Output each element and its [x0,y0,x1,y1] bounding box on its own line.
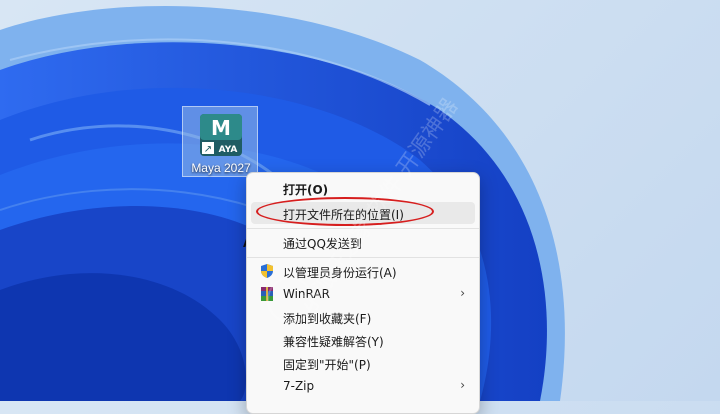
menu-item-7zip[interactable]: 7-Zip › [251,375,475,397]
watermark: 小派牙之家 软件 开源神器 [267,94,463,323]
menu-item-label: 7-Zip [283,379,315,393]
logo-letter: M [211,116,231,140]
chevron-right-icon: › [460,378,465,392]
watermark-text: 小派牙之家 软件 开源神器 [296,94,463,318]
logo-sub: AYA [219,145,238,155]
maya-app-icon: M AYA ↗ [200,114,242,156]
maya-desktop-shortcut[interactable]: M AYA ↗ Maya 2027 [182,106,258,177]
shortcut-arrow-icon: ↗ [204,144,212,155]
